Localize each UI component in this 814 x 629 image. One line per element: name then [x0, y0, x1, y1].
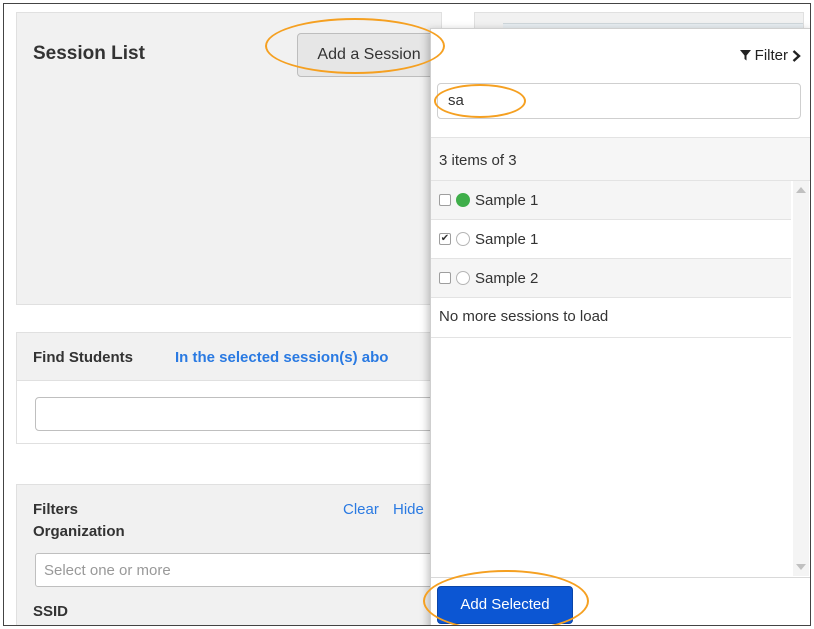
funnel-icon	[739, 50, 751, 61]
session-row[interactable]: ✔ Sample 1	[431, 220, 791, 259]
session-list-title: Session List	[33, 43, 145, 64]
find-students-label: Find Students	[33, 349, 133, 366]
ssid-label: SSID	[33, 603, 69, 620]
add-selected-button[interactable]: Add Selected	[437, 586, 573, 624]
selected-sessions-link[interactable]: In the selected session(s) abo	[175, 349, 388, 366]
session-picker-popover: Filter sa 3 items of 3 Sample 1 ✔ Sample…	[430, 28, 810, 625]
session-list: Sample 1 ✔ Sample 1 Sample 2 No more ses…	[431, 181, 791, 338]
session-label: Sample 2	[475, 269, 539, 287]
session-checkbox[interactable]	[439, 194, 451, 206]
filters-label: Filters	[33, 501, 79, 518]
scroll-up-arrow-icon[interactable]	[796, 187, 806, 193]
result-count-bar: 3 items of 3	[431, 137, 810, 181]
session-checkbox[interactable]: ✔	[439, 233, 451, 245]
clear-filters-link[interactable]: Clear	[343, 501, 379, 518]
scroll-down-arrow-icon[interactable]	[796, 564, 806, 570]
filter-label: Filter	[754, 47, 788, 64]
filter-toggle[interactable]: Filter	[739, 47, 801, 64]
session-checkbox[interactable]	[439, 272, 451, 284]
organization-label: Organization	[33, 523, 125, 540]
session-search-input[interactable]: sa	[437, 83, 801, 119]
status-inactive-icon	[456, 271, 470, 285]
list-scrollbar[interactable]	[793, 181, 809, 576]
session-label: Sample 1	[475, 191, 539, 209]
session-row[interactable]: Sample 2	[431, 259, 791, 298]
chevron-right-icon	[792, 49, 801, 62]
status-active-icon	[456, 193, 470, 207]
find-students-panel: Find Students In the selected session(s)…	[16, 332, 436, 444]
session-row[interactable]: Sample 1	[431, 181, 791, 220]
session-label: Sample 1	[475, 230, 539, 248]
hide-filters-link[interactable]: Hide	[393, 501, 424, 518]
app-frame: Session List Add a Session Find Students…	[3, 3, 811, 626]
find-students-header: Find Students In the selected session(s)…	[17, 333, 435, 381]
popover-footer: Add Selected	[431, 577, 810, 625]
find-students-input[interactable]	[35, 397, 435, 431]
organization-select[interactable]: Select one or more	[35, 553, 435, 587]
filters-panel: Filters Clear Hide Organization Select o…	[16, 484, 436, 625]
session-list-panel: Session List Add a Session	[16, 12, 442, 305]
no-more-sessions-message: No more sessions to load	[431, 298, 791, 338]
add-session-button[interactable]: Add a Session	[297, 33, 441, 77]
result-count: 3 items of 3	[439, 152, 517, 169]
status-inactive-icon	[456, 232, 470, 246]
